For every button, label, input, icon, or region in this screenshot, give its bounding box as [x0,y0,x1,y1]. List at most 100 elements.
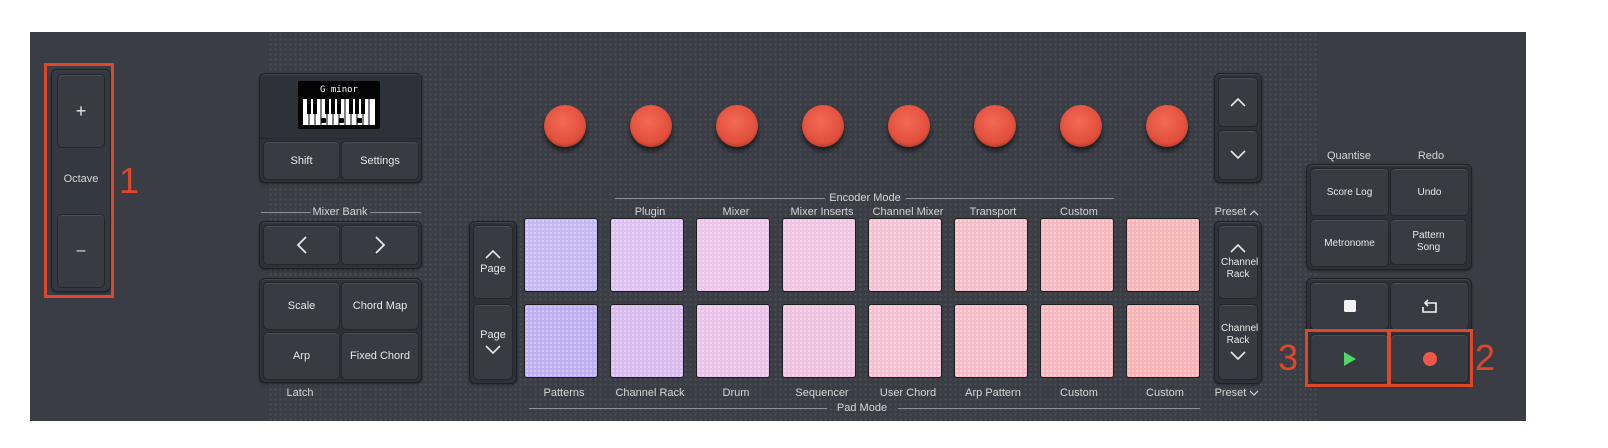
pad-mode-item: Arp Pattern [965,387,1021,399]
encoder-knob-5[interactable] [888,105,930,147]
drum-pad[interactable] [1126,304,1200,378]
encoder-mode-item: Custom [1060,206,1098,218]
function-panel: Score Log Undo Metronome Pattern Song [1306,164,1472,270]
chevron-down-icon [485,345,501,355]
annotation-number-1: 1 [119,160,140,201]
encoder-knob-6[interactable] [974,105,1016,147]
annotation-box-record [1387,329,1473,387]
latch-label: Latch [286,387,314,399]
drum-pad[interactable] [696,304,770,378]
drum-pad[interactable] [1040,218,1114,292]
pad-mode-line-left [529,408,827,409]
display-divider [260,138,421,139]
chevron-up-icon [485,249,501,259]
chord-map-button[interactable]: Chord Map [341,282,419,330]
screen-text: G minor [320,85,358,95]
fixed-chord-button[interactable]: Fixed Chord [341,332,419,380]
pad-mode-item: Drum [722,387,750,399]
stop-button[interactable] [1310,282,1389,330]
encoder-down-button[interactable] [1218,130,1258,180]
drum-pad[interactable] [1040,304,1114,378]
channel-rack-up-button[interactable]: Channel Rack [1218,225,1258,299]
mixer-bank-right-button[interactable] [341,225,419,265]
drum-pad[interactable] [868,218,942,292]
drum-pad[interactable] [610,304,684,378]
page-down-button[interactable]: Page [473,304,513,380]
annotation-box-play [1305,329,1391,387]
drum-pad[interactable] [782,218,856,292]
pad-mode-item: Patterns [543,387,585,399]
channel-rack-down-label: Channel Rack [1221,323,1259,346]
quantise-label: Quantise [1326,150,1372,162]
preset-down-label: Preset [1210,387,1264,399]
pad-mode-item: Channel Rack [615,387,685,399]
preset-up-text: Preset [1214,206,1247,218]
drum-pad[interactable] [696,218,770,292]
channel-rack-up-label: Channel Rack [1221,257,1259,280]
mixer-bank-line-left [261,212,311,213]
chevron-right-icon [375,236,386,254]
mixer-bank-panel [259,221,422,269]
preset-down-text: Preset [1214,387,1247,399]
encoder-scroll-panel [1214,73,1262,183]
drum-pad[interactable] [868,304,942,378]
pad-mode-line-right [898,408,1200,409]
undo-button[interactable]: Undo [1390,168,1469,216]
drum-pad[interactable] [954,304,1028,378]
drum-pad[interactable] [524,304,598,378]
chevron-down-icon [1230,351,1246,361]
settings-button[interactable]: Settings [341,141,419,180]
encoder-knob-2[interactable] [630,105,672,147]
encoder-mode-line-left [615,198,825,199]
chevron-up-icon [1230,97,1246,107]
chevron-left-icon [296,236,307,254]
encoder-mode-line-right [906,198,1114,199]
drum-pad[interactable] [782,304,856,378]
arp-button[interactable]: Arp [263,332,340,380]
score-log-button[interactable]: Score Log [1310,168,1389,216]
loop-icon [1421,299,1437,313]
oled-screen: G minor [298,81,380,129]
page-up-label: Page [480,263,506,275]
mixer-bank-left-button[interactable] [263,225,340,265]
encoder-knob-7[interactable] [1060,105,1102,147]
pad-mode-item: User Chord [879,387,937,399]
encoder-mode-item: Mixer Inserts [790,206,854,218]
encoder-mode-label: Encoder Mode [829,192,901,204]
drum-pad[interactable] [524,218,598,292]
controller-body: + Octave – G minor Shift Settings Mixer … [30,32,1526,421]
metronome-button[interactable]: Metronome [1310,219,1389,267]
drum-pad[interactable] [1126,218,1200,292]
chevron-down-icon [1249,390,1259,396]
pad-mode-item: Custom [1146,387,1184,399]
scale-button[interactable]: Scale [263,282,340,330]
encoder-knob-4[interactable] [802,105,844,147]
annotation-box-octave [44,63,114,298]
annotation-number-2: 2 [1475,337,1496,378]
encoder-mode-item: Channel Mixer [872,206,944,218]
encoder-mode-item: Transport [969,206,1017,218]
encoder-up-button[interactable] [1218,77,1258,127]
encoder-knob-3[interactable] [716,105,758,147]
drum-pad[interactable] [610,218,684,292]
piano-keys-icon [303,99,375,125]
drum-pad[interactable] [954,218,1028,292]
mixer-bank-line-right [370,212,421,213]
encoder-mode-item: Plugin [634,206,666,218]
encoder-knob-1[interactable] [544,105,586,147]
preset-up-label: Preset [1210,206,1264,218]
stop-icon [1343,300,1356,312]
encoder-knob-8[interactable] [1146,105,1188,147]
pad-grid [524,218,1214,388]
page-panel: Page Page [469,221,517,384]
page-down-label: Page [480,329,506,341]
loop-button[interactable] [1390,282,1469,330]
page-up-button[interactable]: Page [473,225,513,299]
shift-button[interactable]: Shift [263,141,340,180]
annotation-number-3: 3 [1278,337,1299,378]
channel-rack-down-button[interactable]: Channel Rack [1218,304,1258,380]
redo-label: Redo [1417,150,1445,162]
pattern-song-button[interactable]: Pattern Song [1390,219,1467,265]
pad-mode-item: Sequencer [795,387,849,399]
scale-panel: Scale Chord Map Arp Fixed Chord [259,278,422,383]
